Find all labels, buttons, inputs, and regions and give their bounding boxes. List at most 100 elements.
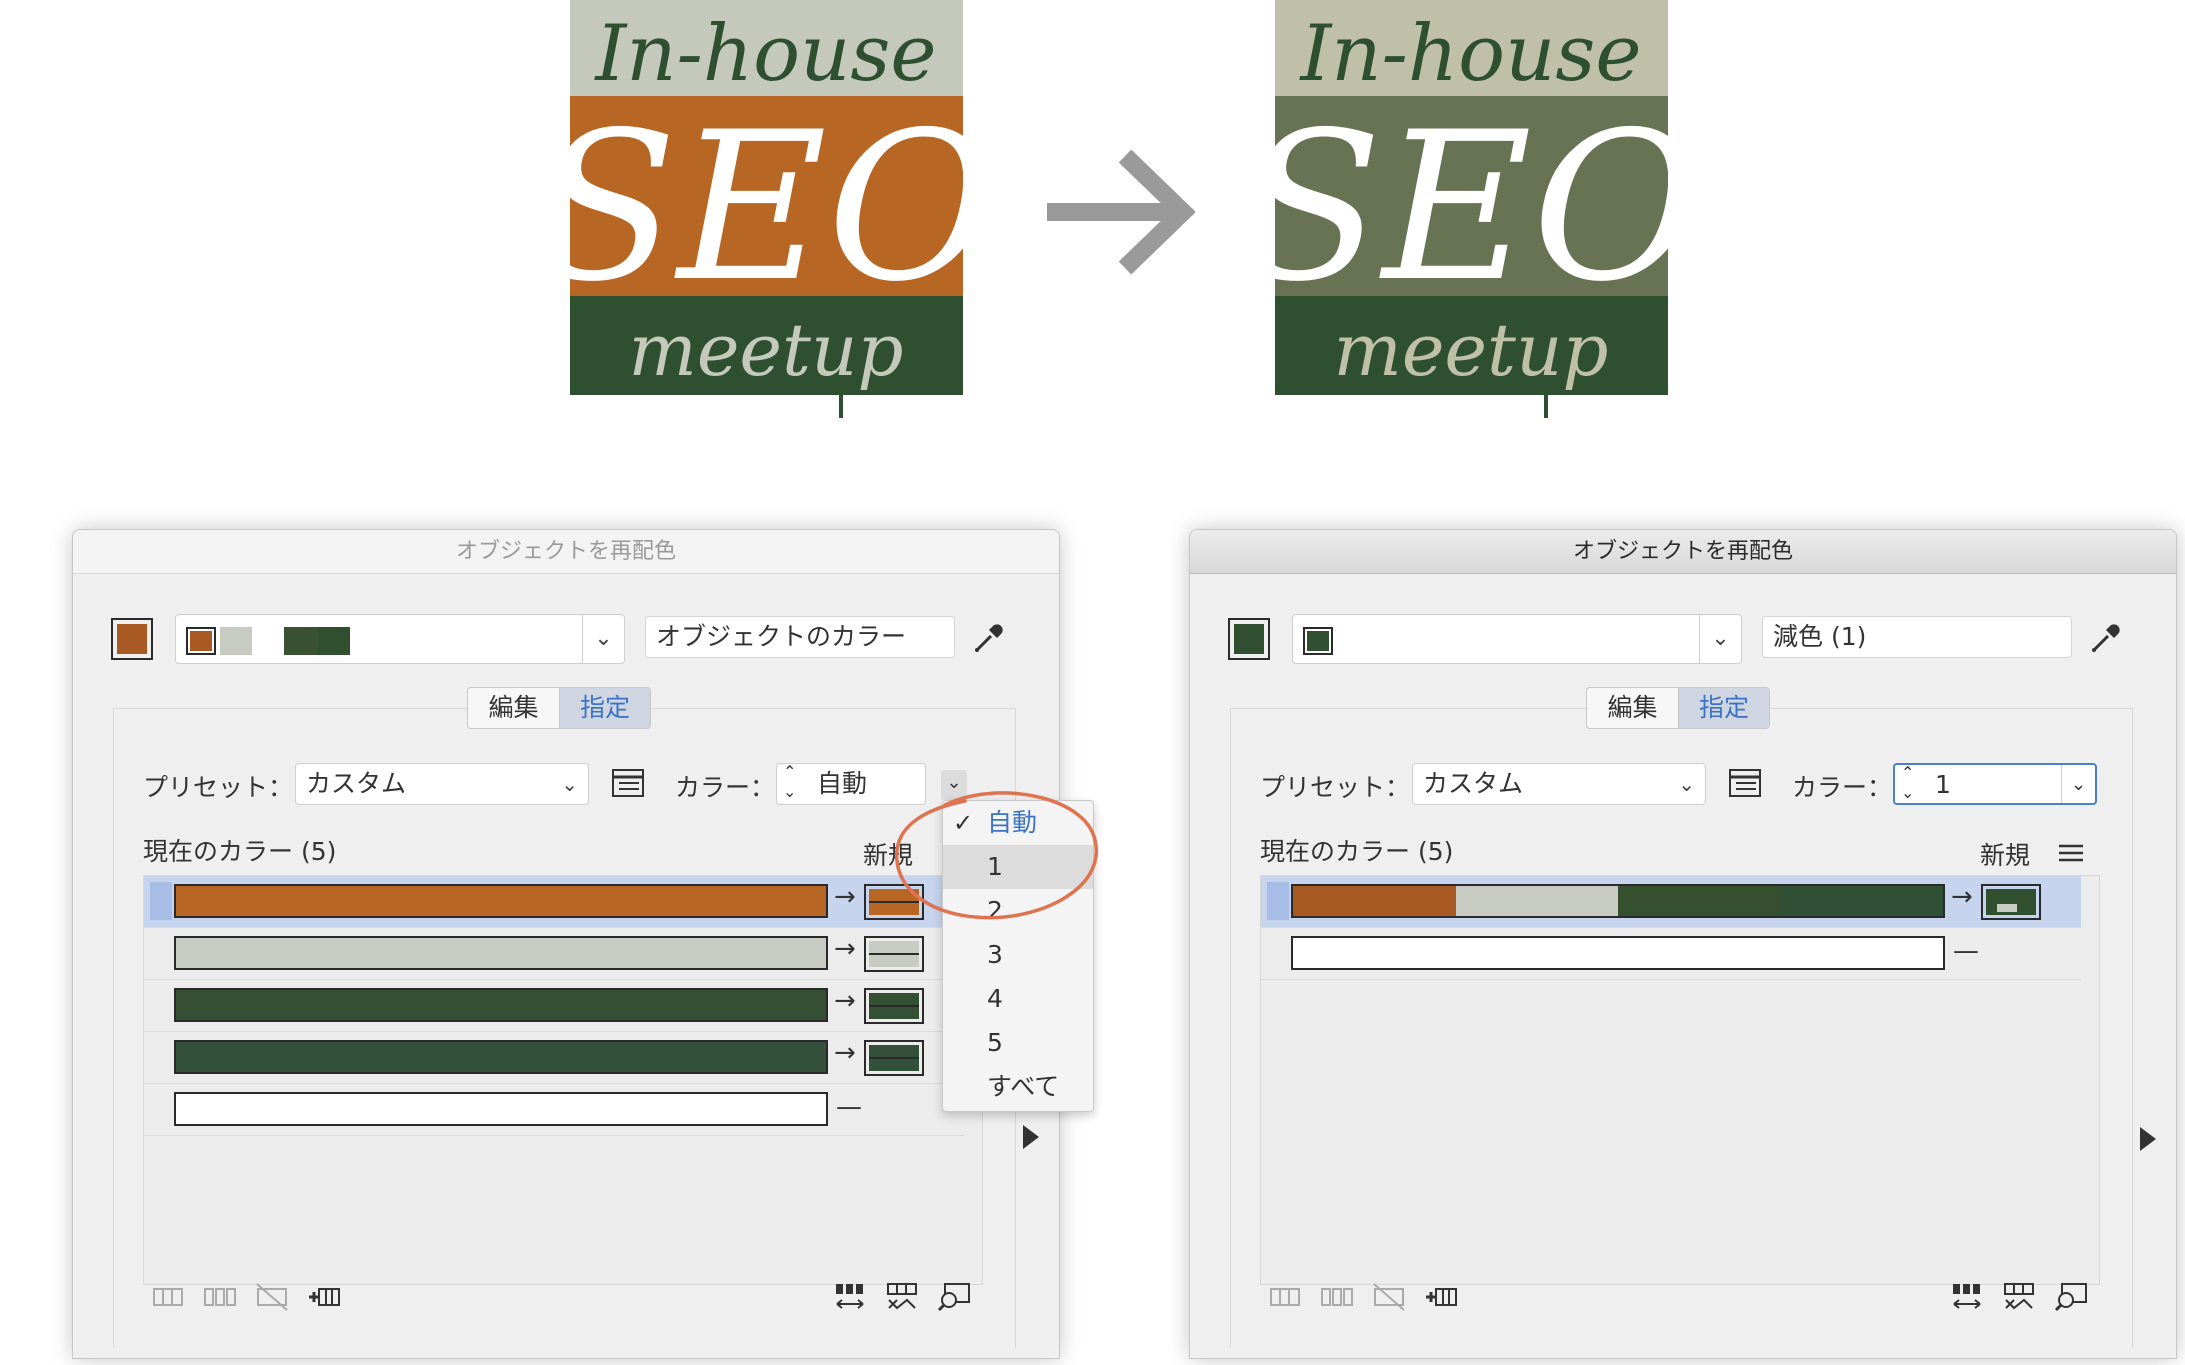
color-count-value: 1 [1935,770,1951,799]
logo-before: In-house SEO meetup [537,0,995,418]
logo-line3: meetup [1334,308,1609,392]
color-source-field[interactable]: オブジェクトのカラー [645,616,955,658]
color-row[interactable]: — [144,1084,964,1136]
harmony-chip [220,627,252,655]
current-color-bar[interactable] [174,988,828,1022]
new-color-swatch[interactable] [864,1040,924,1076]
logo-after: In-house SEO meetup [1242,0,1700,418]
chevron-down-icon[interactable]: ⌄ [582,615,624,663]
color-row[interactable]: → [1261,876,2081,928]
new-color-swatch[interactable] [1981,884,2041,920]
dialog-title: オブジェクトを再配色 [73,530,1059,574]
mode-tabs: 編集 指定 [1586,687,1770,729]
preset-options-icon[interactable] [1728,768,1762,798]
stepper-icon[interactable]: ⌃ ⌄ [1901,763,1914,803]
base-color-swatch[interactable] [1303,627,1333,655]
preset-value: カスタム [1423,769,1524,798]
color-source-field[interactable]: 減色 (1) [1762,616,2072,658]
color-row[interactable]: → [144,980,964,1032]
main-color-swatch[interactable] [1228,618,1270,660]
arrow-icon[interactable]: → [834,934,856,964]
exclude-colors-icon[interactable] [1372,1282,1406,1312]
current-color-bar[interactable] [1291,936,1945,970]
arrow-icon[interactable]: → [834,882,856,912]
chevron-down-icon[interactable]: ⌄ [1699,615,1741,663]
tab-edit[interactable]: 編集 [1587,688,1678,728]
current-color-bar[interactable] [174,1040,828,1074]
logo-line2: SEO [1242,89,1700,327]
randomize-order-icon[interactable] [1950,1282,1984,1312]
color-group-selector[interactable]: ⌄ [175,614,625,664]
dropdown-option-all[interactable]: すべて [943,1065,1093,1109]
color-row[interactable]: → [144,928,964,980]
chevron-down-icon: ⌄ [561,772,578,796]
expand-panel-icon[interactable] [2140,1127,2156,1151]
color-count-combo[interactable]: ⌃ ⌄ 1 ⌄ [1893,763,2097,805]
dropdown-option-5[interactable]: 5 [943,1021,1093,1065]
recolor-dialog-right: オブジェクトを再配色 ⌄ 減色 (1) 編集 指定 プリセット： カスタム ⌄ … [1189,529,2177,1359]
harmony-chip [284,627,318,655]
current-color-bar[interactable] [174,1092,828,1126]
color-group-selector[interactable]: ⌄ [1292,614,1742,664]
arrow-icon[interactable]: → [834,986,856,1016]
arrow-icon[interactable]: → [834,1038,856,1068]
new-color-swatch[interactable] [864,988,924,1024]
color-count-value: 自動 [817,769,868,798]
tab-assign[interactable]: 指定 [559,688,650,728]
dialog-title: オブジェクトを再配色 [1190,530,2176,574]
color-assignment-list: → — [1260,875,2100,1285]
randomize-saturation-icon[interactable] [2002,1282,2036,1312]
preset-select[interactable]: カスタム ⌄ [295,763,589,805]
new-color-swatch[interactable] [864,936,924,972]
separate-colors-icon[interactable] [1320,1282,1354,1312]
dropdown-option-3[interactable]: 3 [943,933,1093,977]
color-row[interactable]: — [1261,928,2081,980]
expand-panel-icon[interactable] [1023,1125,1039,1149]
arrow-icon[interactable]: → [1951,882,1973,912]
stepper-icon[interactable]: ⌃ ⌄ [783,762,796,802]
randomize-order-icon[interactable] [833,1282,867,1312]
tab-assign[interactable]: 指定 [1678,688,1769,728]
separate-colors-icon[interactable] [203,1282,237,1312]
preset-options-icon[interactable] [611,768,645,798]
logo-line3: meetup [629,308,904,392]
logo-line1: In-house [593,9,936,99]
recolor-dialog-left: オブジェクトを再配色 ⌄ オブジェクトのカラー 編集 指定 プリセット： カスタ… [72,529,1060,1359]
new-colors-label: 新規 [1980,841,2031,870]
find-color-icon[interactable] [937,1282,971,1312]
current-colors-label: 現在のカラー (5) [143,837,337,866]
chevron-down-icon[interactable]: ⌄ [2061,765,2095,803]
no-assignment-icon: — [836,1092,862,1122]
tab-edit[interactable]: 編集 [468,688,559,728]
logo-line1: In-house [1298,9,1641,99]
preset-label: プリセット： [143,773,294,802]
new-row-icon[interactable] [1424,1282,1458,1312]
row-handle[interactable] [1267,882,1289,920]
main-color-swatch[interactable] [111,618,153,660]
mode-tabs: 編集 指定 [467,687,651,729]
merge-colors-icon[interactable] [1268,1282,1302,1312]
color-row[interactable]: → [144,876,964,928]
exclude-colors-icon[interactable] [255,1282,289,1312]
menu-icon[interactable] [2054,838,2088,868]
row-handle[interactable] [150,882,172,920]
find-color-icon[interactable] [2054,1282,2088,1312]
merge-colors-icon[interactable] [151,1282,185,1312]
eyedropper-icon[interactable] [971,620,1007,656]
current-color-bar[interactable] [174,884,828,918]
randomize-saturation-icon[interactable] [885,1282,919,1312]
base-color-swatch[interactable] [186,627,216,655]
color-assignment-list: → → → → — [143,875,983,1285]
current-color-bar[interactable] [174,936,828,970]
transform-arrow [1045,149,1196,279]
color-row[interactable]: → [144,1032,964,1084]
harmony-chip [252,627,284,655]
new-row-icon[interactable] [307,1282,341,1312]
chevron-down-icon: ⌄ [1678,772,1695,796]
color-count-label: カラー： [1792,773,1893,802]
dropdown-option-4[interactable]: 4 [943,977,1093,1021]
preset-select[interactable]: カスタム ⌄ [1412,763,1706,805]
current-colors-label: 現在のカラー (5) [1260,837,1454,866]
current-color-bar[interactable] [1291,884,1945,918]
eyedropper-icon[interactable] [2088,620,2124,656]
